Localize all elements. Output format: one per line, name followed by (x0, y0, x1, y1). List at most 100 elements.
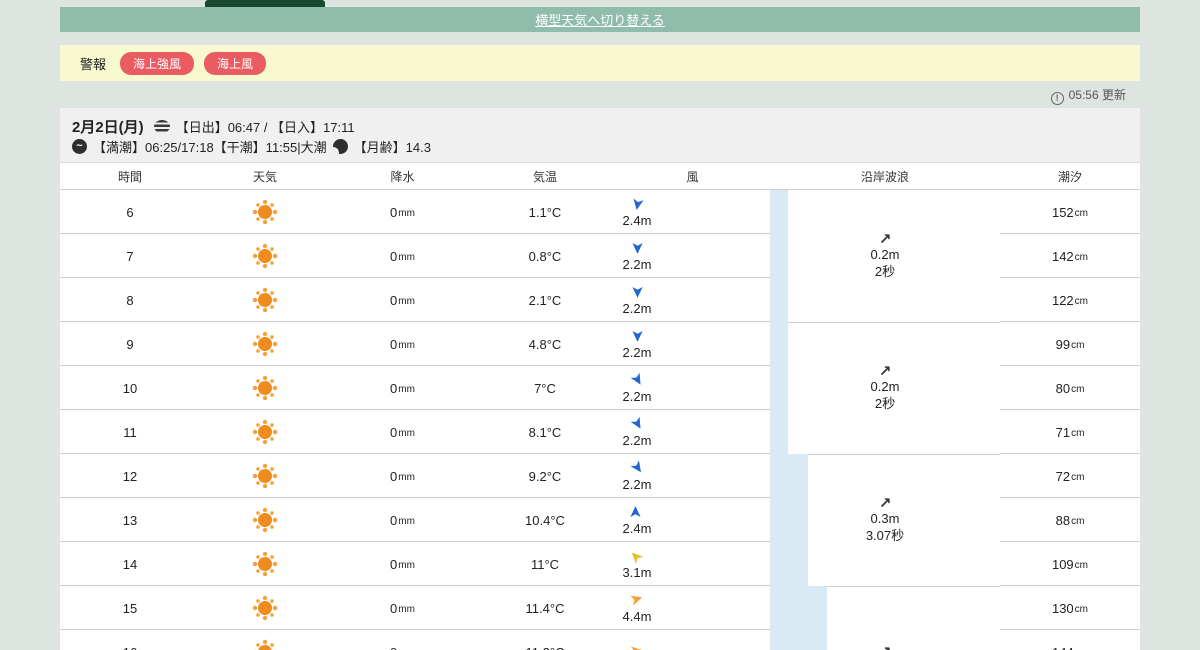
sunny-icon (258, 425, 272, 439)
sunny-icon (258, 381, 272, 395)
tide-cell: 80 cm (1055, 380, 1085, 396)
time-cell: 13 (122, 512, 138, 528)
view-switch-bar: 横型天気へ切り替える (60, 7, 1140, 32)
moon-phase-icon (332, 138, 348, 154)
wave-block: ↗ (770, 586, 1000, 650)
temp-cell: 11.4°C (525, 600, 565, 616)
sunny-icon (258, 601, 272, 615)
sunny-icon (258, 337, 272, 351)
wind-direction-icon: ➤ (627, 196, 648, 213)
table-header-row: 時間 天気 降水 気温 風 沿岸波浪 潮汐 (60, 163, 1140, 190)
tide-cell: 122 cm (1051, 292, 1089, 308)
tide-cell: 88 cm (1055, 512, 1085, 528)
weather-cell (200, 234, 330, 278)
wave-direction-icon: ↗ (878, 362, 892, 380)
temp-cell: 4.8°C (528, 336, 562, 352)
active-tab[interactable] (205, 0, 325, 7)
time-cell: 10 (122, 380, 138, 396)
moon-age: 【月齢】14.3 (353, 139, 431, 155)
date-label: 2月2日(月) (72, 118, 144, 136)
temp-cell: 8.1°C (528, 424, 562, 440)
wind-direction-icon: ➤ (629, 285, 646, 299)
sunny-icon (258, 205, 272, 219)
wave-direction-icon: ↗ (879, 645, 892, 650)
warning-badge-sea-strong-wind[interactable]: 海上強風 (120, 51, 195, 75)
weather-cell (200, 454, 330, 498)
sunny-icon (258, 513, 272, 527)
wind-cell: ➤ 2.4m (622, 196, 652, 228)
tide-cell: 99 cm (1055, 336, 1085, 352)
tide-icon: ~ (72, 138, 87, 154)
wind-cell: ➤ 2.4m (622, 505, 652, 536)
warning-label: 警報 (80, 56, 107, 72)
wave-direction-icon: ↗ (878, 230, 892, 248)
wind-direction-icon: ➤ (629, 241, 646, 255)
time-cell: 11 (123, 424, 137, 440)
wind-cell: ➤ 2.2m (622, 285, 652, 316)
temp-cell: 11°C (530, 556, 560, 572)
weather-cell (200, 322, 330, 366)
forecast-panel: 2月2日(月) 【日出】06:47 / 【日入】17:11 ~ 【満潮】06:2… (60, 108, 1140, 650)
temp-cell: 0.8°C (528, 248, 562, 264)
wave-block: ↗ 0.2m 2秒 (770, 190, 1000, 322)
time-cell: 12 (122, 468, 138, 484)
col-header-time: 時間 (117, 169, 142, 184)
wave-direction-icon: ↗ (878, 494, 892, 512)
warning-bar: 警報 海上強風 海上風 (60, 45, 1140, 81)
weather-cell (200, 366, 330, 410)
wind-direction-icon: ➤ (626, 369, 649, 390)
warning-badge-sea-wind[interactable]: 海上風 (204, 51, 267, 75)
wind-cell: ➤ 2.2m (622, 369, 652, 404)
precip-cell: 0mm (390, 292, 415, 308)
weather-cell (200, 278, 330, 322)
wind-cell: ➤ 2.2m (622, 329, 652, 360)
wave-block: ↗ 0.2m 2秒 (770, 322, 1000, 454)
wind-cell: ➤ 4.4m (622, 589, 652, 624)
tide-cell: 152 cm (1051, 204, 1089, 220)
temp-cell: 7°C (534, 380, 556, 396)
temp-cell: 9.2°C (528, 468, 562, 484)
temp-cell: 2.1°C (528, 292, 562, 308)
page: 横型天気へ切り替える 警報 海上強風 海上風 ! 05:56 更新 2月2日(月)… (0, 0, 1200, 650)
temp-cell: 10.4°C (525, 512, 565, 528)
wave-height: 0.2m (870, 246, 900, 262)
time-cell: 15 (122, 600, 138, 616)
col-header-tide: 潮汐 (1057, 169, 1082, 184)
time-cell: 16 (60, 630, 200, 650)
tide-cell: 142 cm (1051, 248, 1089, 264)
col-header-waves: 沿岸波浪 (860, 169, 909, 184)
precip-cell: 0mm (390, 248, 415, 264)
wind-direction-icon: ➤ (628, 505, 645, 519)
precip-cell: 0mm (390, 380, 415, 396)
coastal-wave-column: ↗0.2m2秒 ↗0.2m2秒 ↗0.3m3.07秒 ↗ (770, 190, 1000, 650)
precip-cell: 0mm (390, 424, 415, 440)
time-cell: 7 (126, 248, 134, 264)
sunrise-icon (153, 119, 170, 133)
sunrise-sunset-times: 【日出】06:47 / 【日入】17:11 (175, 119, 355, 135)
tide-cell: 72 cm (1055, 468, 1085, 484)
wave-period: 2秒 (874, 263, 896, 279)
switch-to-horizontal-link[interactable]: 横型天気へ切り替える (535, 10, 665, 29)
wind-cell: ➤ 2.2m (622, 241, 652, 272)
col-header-wind: 風 (686, 169, 699, 184)
wind-cell: ➤ 3.1m (622, 545, 652, 580)
weather-cell (200, 190, 330, 234)
wind-direction-icon: ➤ (625, 545, 648, 568)
wind-direction-icon: ➤ (626, 413, 649, 434)
precip-cell: 0mm (390, 512, 415, 528)
weather-cell (200, 498, 330, 542)
weather-cell (200, 542, 330, 586)
precip-cell: 0mm (390, 468, 415, 484)
wave-block: ↗ 0.3m 3.07秒 (770, 454, 1000, 586)
tide-cell: 130 cm (1051, 600, 1089, 616)
date-header: 2月2日(月) 【日出】06:47 / 【日入】17:11 ~ 【満潮】06:2… (60, 108, 1140, 163)
time-cell: 9 (126, 336, 134, 352)
sunny-icon (258, 557, 272, 571)
precip-cell: 0mm (390, 556, 415, 572)
tide-cell: 71 cm (1055, 424, 1085, 440)
time-cell: 8 (126, 292, 134, 308)
wind-direction-icon: ➤ (627, 589, 646, 610)
sunny-icon (258, 293, 272, 307)
wind-direction-icon: ➤ (626, 457, 649, 479)
precip-cell: 0mm (390, 600, 415, 616)
